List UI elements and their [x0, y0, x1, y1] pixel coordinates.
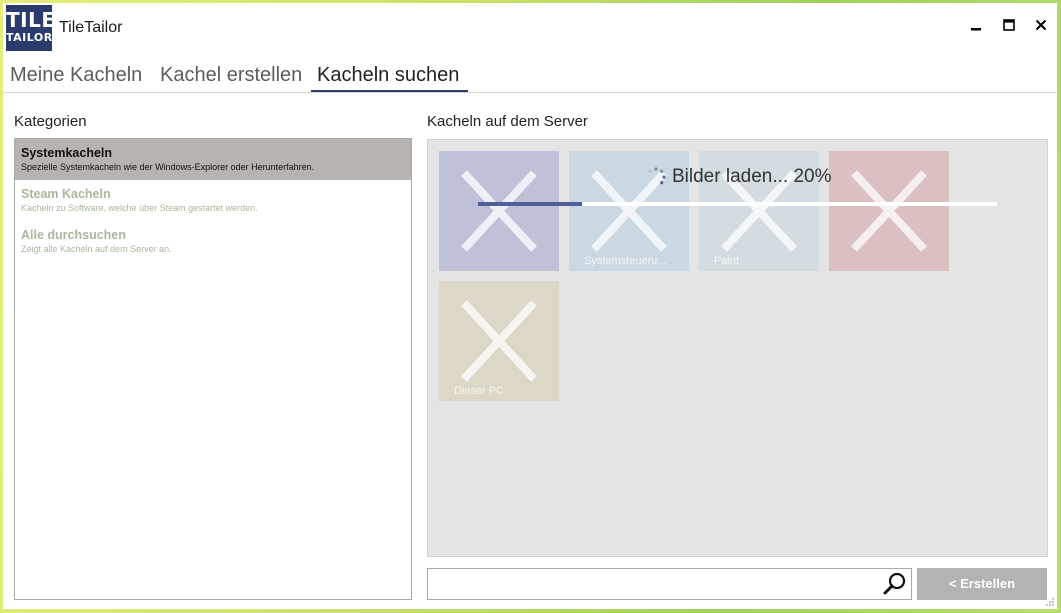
minimize-button[interactable]: [960, 13, 992, 41]
loading-status: Bilder laden... 20%: [672, 166, 832, 187]
category-description: Kacheln zu Software, welche über Steam g…: [21, 203, 258, 213]
tab-kacheln-suchen[interactable]: Kacheln suchen: [317, 58, 459, 92]
logo-line-1: TILE: [6, 8, 56, 32]
logo-line-2: TAILOR: [6, 31, 53, 44]
search-input[interactable]: [432, 573, 876, 597]
create-button[interactable]: < Erstellen: [917, 568, 1047, 600]
placeholder-x-icon: [461, 300, 537, 382]
tile-label: Paint: [714, 255, 740, 267]
category-description: Spezielle Systemkacheln wie der Windows-…: [21, 162, 315, 172]
server-tile[interactable]: Dieser PC: [439, 281, 559, 401]
tab-divider: [3, 92, 1057, 93]
loading-spinner-icon: [648, 167, 666, 185]
maximize-button[interactable]: [993, 13, 1025, 41]
search-icon[interactable]: [882, 571, 908, 597]
server-heading: Kacheln auf dem Server: [427, 113, 588, 130]
category-title: Steam Kacheln: [21, 187, 111, 201]
placeholder-x-icon: [461, 170, 537, 252]
category-item-alle-durchsuchen[interactable]: Alle durchsuchen Zeigt alle Kacheln auf …: [15, 221, 411, 262]
app-title: TileTailor: [59, 19, 123, 36]
resize-grip-icon[interactable]: [1045, 597, 1055, 607]
tab-meine-kacheln[interactable]: Meine Kacheln: [10, 58, 142, 92]
app-window: TILE TAILOR TileTailor Meine Kacheln Kac…: [3, 3, 1057, 609]
category-title: Alle durchsuchen: [21, 228, 126, 242]
tile-label: Dieser PC: [454, 385, 505, 397]
category-list: Systemkacheln Spezielle Systemkacheln wi…: [14, 138, 412, 600]
categories-heading: Kategorien: [14, 113, 87, 130]
category-item-steam-kacheln[interactable]: Steam Kacheln Kacheln zu Software, welch…: [15, 180, 411, 221]
server-tile[interactable]: [439, 151, 559, 271]
close-button[interactable]: [1025, 13, 1057, 41]
tile-label: Systemsteueru...: [584, 255, 667, 267]
server-tile[interactable]: [829, 151, 949, 271]
category-item-systemkacheln[interactable]: Systemkacheln Spezielle Systemkacheln wi…: [15, 139, 411, 180]
category-description: Zeigt alle Kacheln auf dem Server an.: [21, 244, 172, 254]
minimize-icon: [971, 28, 981, 31]
app-logo: TILE TAILOR: [6, 5, 56, 51]
server-tile-grid: Systemsteueru... Paint Dieser PC Bilder …: [427, 139, 1048, 557]
tab-kachel-erstellen[interactable]: Kachel erstellen: [160, 58, 302, 92]
server-tile[interactable]: Systemsteueru...: [569, 151, 689, 271]
category-title: Systemkacheln: [21, 146, 113, 160]
placeholder-x-icon: [851, 170, 927, 252]
maximize-icon: [1003, 19, 1015, 31]
close-icon: [1035, 19, 1047, 31]
progress-bar-fill: [478, 202, 582, 206]
progress-bar: [478, 202, 997, 206]
search-field[interactable]: [427, 568, 912, 600]
